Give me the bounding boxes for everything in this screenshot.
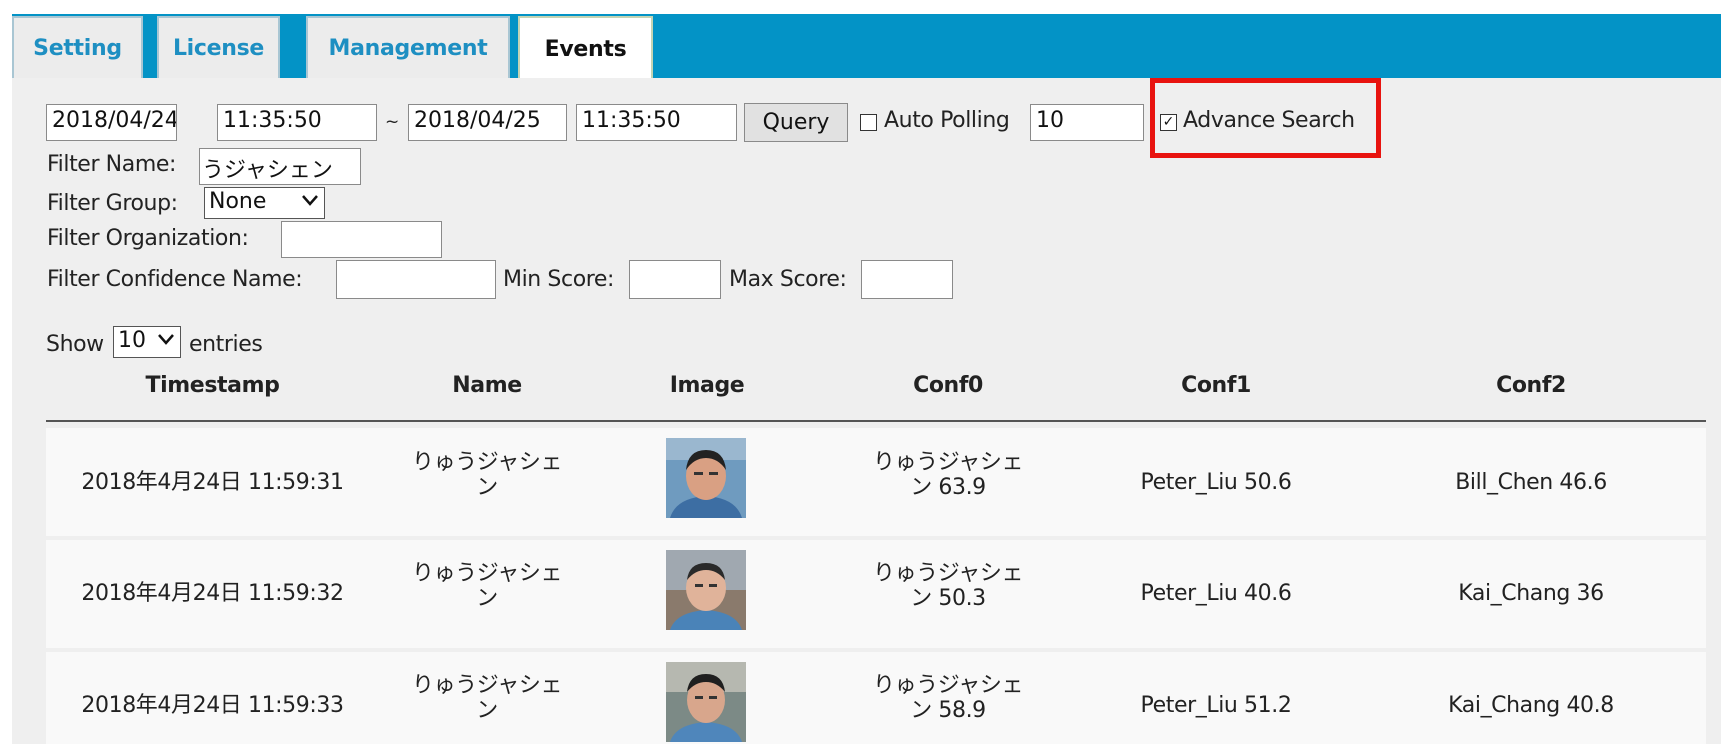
conf0-cell: りゅうジャシェン 50.3 (872, 561, 1024, 611)
conf1-cell: Peter_Liu 51.2 (1140, 693, 1292, 718)
min-score-label: Min Score: (503, 267, 615, 292)
column-header-conf0[interactable]: Conf0 (820, 373, 1076, 398)
column-header-timestamp[interactable]: Timestamp (46, 373, 379, 398)
timestamp-cell: 2018年4月24日 11:59:31 (81, 470, 344, 495)
filter-group-select[interactable]: None (204, 187, 325, 219)
auto-polling-checkbox[interactable] (860, 114, 877, 131)
query-button[interactable]: Query (744, 103, 848, 142)
chevron-down-icon (156, 328, 176, 355)
filter-organization-input[interactable] (281, 221, 442, 258)
conf0-cell: りゅうジャシェン 63.9 (872, 450, 1024, 500)
tab-management[interactable]: Management (306, 16, 510, 78)
column-header-conf1[interactable]: Conf1 (1078, 373, 1354, 398)
end-date-input[interactable]: 2018/04/25 (408, 104, 567, 141)
range-separator: ~ (385, 112, 399, 132)
tab-license[interactable]: License (157, 16, 280, 78)
filter-confidence-name-input[interactable] (336, 260, 496, 299)
table-header-divider (46, 420, 1706, 422)
max-score-input[interactable] (861, 260, 953, 299)
name-cell: りゅうジャシェン (411, 673, 563, 723)
face-thumbnail[interactable] (666, 662, 746, 742)
conf0-cell: りゅうジャシェン 58.9 (872, 673, 1024, 723)
filter-organization-label: Filter Organization: (47, 226, 249, 251)
conf2-cell: Kai_Chang 36 (1458, 581, 1604, 606)
timestamp-cell: 2018年4月24日 11:59:33 (81, 693, 344, 718)
conf2-cell: Kai_Chang 40.8 (1448, 693, 1614, 718)
column-header-conf2[interactable]: Conf2 (1356, 373, 1706, 398)
filter-confidence-name-label: Filter Confidence Name: (47, 267, 303, 292)
filter-name-input[interactable]: うジャシェン (199, 148, 361, 185)
auto-polling-interval-input[interactable]: 10 (1030, 104, 1144, 141)
conf1-cell: Peter_Liu 40.6 (1140, 581, 1292, 606)
tab-events[interactable]: Events (518, 16, 653, 80)
min-score-input[interactable] (629, 260, 721, 299)
face-thumbnail[interactable] (666, 438, 746, 518)
max-score-label: Max Score: (729, 267, 847, 292)
start-date-input[interactable]: 2018/04/24 (46, 104, 177, 141)
conf2-cell: Bill_Chen 46.6 (1455, 470, 1607, 495)
column-header-name[interactable]: Name (380, 373, 594, 398)
start-time-input[interactable]: 11:35:50 (217, 104, 377, 141)
conf1-cell: Peter_Liu 50.6 (1140, 470, 1292, 495)
timestamp-cell: 2018年4月24日 11:59:32 (81, 581, 344, 606)
page-size-select[interactable]: 10 (113, 326, 181, 358)
auto-polling-label: Auto Polling (884, 108, 1010, 133)
filter-name-label: Filter Name: (47, 152, 176, 177)
name-cell: りゅうジャシェン (411, 450, 563, 500)
app-frame: Setting License Management Events 2018/0… (0, 0, 1721, 744)
entries-label: entries (189, 332, 263, 357)
filter-group-value: None (209, 189, 267, 214)
show-label: Show (46, 332, 104, 357)
tab-setting[interactable]: Setting (12, 16, 143, 78)
page-size-value: 10 (118, 328, 146, 353)
chevron-down-icon (300, 189, 320, 216)
advance-search-highlight (1150, 78, 1381, 158)
face-thumbnail[interactable] (666, 550, 746, 630)
end-time-input[interactable]: 11:35:50 (576, 104, 737, 141)
filter-group-label: Filter Group: (47, 191, 178, 216)
column-header-image[interactable]: Image (596, 373, 818, 398)
name-cell: りゅうジャシェン (411, 561, 563, 611)
